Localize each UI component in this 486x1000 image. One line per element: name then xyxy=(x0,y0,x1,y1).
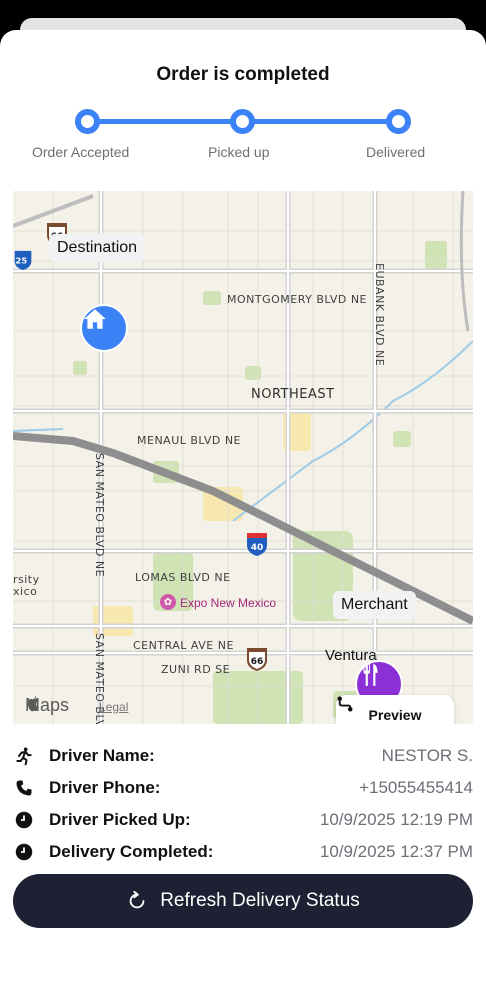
destination-callout: Destination xyxy=(49,234,146,262)
driver-phone-row: Driver Phone: +15055455414 xyxy=(13,773,473,803)
apple-logo-icon xyxy=(27,695,39,712)
refresh-icon xyxy=(129,890,145,909)
map-legal-link[interactable]: Legal xyxy=(99,700,128,714)
step-dot-accepted xyxy=(75,109,100,134)
street-label-eubank: EUBANK BLVD NE xyxy=(373,263,386,367)
merchant-callout: Merchant xyxy=(333,591,416,619)
utensils-icon xyxy=(363,664,378,686)
street-label-partial-2: xico xyxy=(13,585,38,598)
home-icon xyxy=(84,309,106,329)
driver-name-value: NESTOR S. xyxy=(381,746,473,765)
driver-name-label: Driver Name: xyxy=(49,746,155,765)
refresh-button-label: Refresh Delivery Status xyxy=(160,890,360,911)
clock-icon xyxy=(13,809,35,831)
destination-pin[interactable] xyxy=(80,304,128,352)
interstate-40-shield-number: 40 xyxy=(251,543,264,553)
refresh-delivery-status-button[interactable]: Refresh Delivery Status xyxy=(13,874,473,928)
driver-name-row: Driver Name: NESTOR S. xyxy=(13,741,473,771)
step-dot-delivered xyxy=(386,109,411,134)
clock-icon-2 xyxy=(13,841,35,863)
street-label-lomas: LOMAS BLVD NE xyxy=(135,571,231,584)
preview-button[interactable]: Preview xyxy=(336,695,454,724)
poi-label-expo[interactable]: Expo New Mexico xyxy=(180,596,276,610)
picked-up-label: Driver Picked Up: xyxy=(49,810,191,829)
completed-label: Delivery Completed: xyxy=(49,842,214,861)
completed-row: Delivery Completed: 10/9/2025 12:37 PM xyxy=(13,837,473,867)
step-dot-picked-up xyxy=(230,109,255,134)
street-label-zuni: ZUNI RD SE xyxy=(161,663,231,676)
route-icon xyxy=(337,696,353,712)
route-66-shield-icon-2: 66 xyxy=(247,648,267,671)
phone-icon xyxy=(13,777,35,799)
map-streets-layer xyxy=(13,191,473,724)
interstate-40-shield-icon: 40 xyxy=(247,533,267,556)
order-status-sheet: Order is completed Order Accepted Picked… xyxy=(0,30,486,1000)
driver-phone-value[interactable]: +15055455414 xyxy=(359,778,473,798)
runner-icon xyxy=(13,745,35,767)
preview-button-label: Preview xyxy=(368,707,422,723)
driver-phone-label: Driver Phone: xyxy=(49,778,161,797)
interstate-25-shield-icon: 25 xyxy=(14,250,32,270)
step-label-accepted: Order Accepted xyxy=(32,144,130,160)
completed-value: 10/9/2025 12:37 PM xyxy=(319,842,473,861)
area-label-northeast: NORTHEAST xyxy=(251,387,335,402)
maps-attribution: Maps xyxy=(25,695,69,716)
street-label-central: CENTRAL AVE NE xyxy=(133,639,234,652)
step-label-picked-up: Picked up xyxy=(208,144,270,160)
delivery-map[interactable]: MONTGOMERY BLVD NE MENAUL BLVD NE LOMAS … xyxy=(13,191,473,724)
street-label-montgomery: MONTGOMERY BLVD NE xyxy=(227,293,368,306)
route-66-shield-number-2: 66 xyxy=(251,657,264,667)
step-label-delivered: Delivered xyxy=(366,144,426,160)
street-label-menaul: MENAUL BLVD NE xyxy=(137,434,242,447)
interstate-25-shield-number: 25 xyxy=(16,255,28,265)
street-label-san-mateo-north: SAN MATEO BLVD NE xyxy=(93,453,106,578)
picked-up-value: 10/9/2025 12:19 PM xyxy=(319,810,473,829)
page-title: Order is completed xyxy=(156,64,330,85)
fair-poi-icon[interactable]: ✿ xyxy=(160,594,176,610)
order-progress-tracker: Order Accepted Picked up Delivered xyxy=(0,108,486,168)
picked-up-row: Driver Picked Up: 10/9/2025 12:19 PM xyxy=(13,805,473,835)
